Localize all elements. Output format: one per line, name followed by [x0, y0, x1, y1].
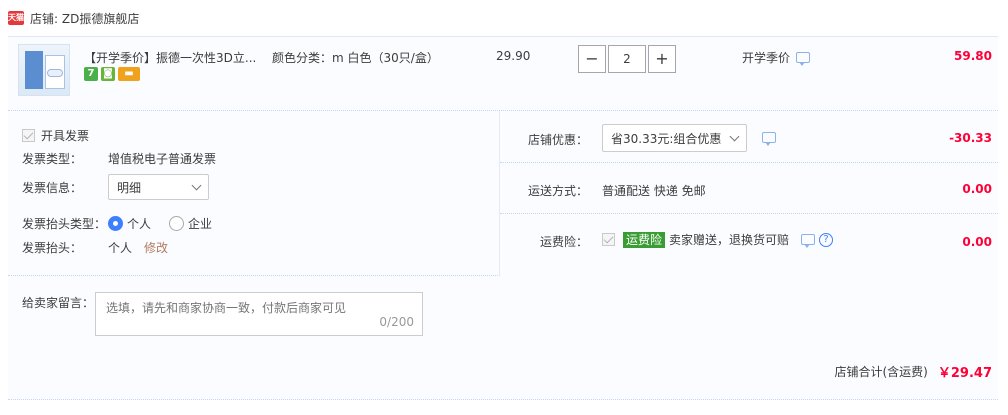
- chevron-down-icon: [729, 131, 740, 141]
- quantity-stepper: − +: [578, 45, 676, 73]
- price-protect-icon[interactable]: ◙: [101, 67, 115, 81]
- invoice-checkbox[interactable]: [22, 129, 35, 142]
- seven-day-return-icon[interactable]: 7: [84, 67, 98, 81]
- insurance-text: 卖家赠送，退换货可赔: [669, 233, 790, 247]
- invoice-checkbox-row[interactable]: 开具发票: [22, 127, 89, 144]
- credit-card-icon[interactable]: ▬: [118, 67, 140, 81]
- invoice-checkbox-label: 开具发票: [41, 129, 90, 143]
- shipping-method: 普通配送 快递 免邮: [602, 184, 706, 198]
- item-subtotal: 59.80: [954, 49, 992, 63]
- item-row: 【开学季价】振德一次性3D立... 7 ◙ ▬ 颜色分类：m 白色（30只/盒）…: [8, 37, 998, 111]
- sku-info: 颜色分类：m 白色（30只/盒）: [272, 51, 439, 65]
- shipping-label: 运送方式：: [528, 184, 589, 198]
- invoice-section: 开具发票 发票类型： 增值税电子普通发票 发票信息： 明细 发票抬头类型： 个人…: [8, 111, 500, 276]
- invoice-info-select[interactable]: 明细: [108, 174, 209, 200]
- shop-discount-label: 店铺优惠：: [528, 133, 589, 147]
- decrease-button[interactable]: −: [578, 45, 606, 73]
- invoice-title-value: 个人: [108, 241, 133, 255]
- chevron-down-icon: [191, 180, 202, 190]
- radio-company[interactable]: 企业: [169, 215, 212, 232]
- product-thumbnail[interactable]: [18, 44, 70, 96]
- comment-icon[interactable]: [762, 132, 776, 146]
- insurance-detail: 运费险 卖家赠送，退换货可赔 ?: [602, 231, 834, 248]
- shop-total-amount: ￥29.47: [937, 366, 992, 381]
- edit-invoice-link[interactable]: 修改: [144, 239, 168, 256]
- shop-discount-amount: -30.33: [949, 131, 992, 145]
- radio-personal-indicator[interactable]: [108, 216, 123, 231]
- message-char-count: 0/200: [379, 315, 414, 329]
- item-promotion: 开学季价: [742, 49, 811, 66]
- radio-company-label: 企业: [188, 217, 213, 231]
- invoice-type-label: 发票类型：: [22, 152, 83, 166]
- service-badges: 7 ◙ ▬: [84, 67, 140, 81]
- invoice-info-value: 明细: [117, 180, 142, 195]
- help-icon[interactable]: ?: [819, 232, 834, 247]
- tmall-logo: 天猫: [8, 11, 24, 25]
- promotion-label: 开学季价: [742, 51, 791, 65]
- radio-personal-label: 个人: [127, 217, 152, 231]
- shop-total: 店铺合计(含运费) ￥29.47: [835, 362, 993, 381]
- insurance-checkbox[interactable]: [602, 233, 615, 246]
- shipping-amount: 0.00: [962, 182, 992, 196]
- comment-icon[interactable]: [801, 234, 816, 248]
- message-input[interactable]: [96, 293, 422, 335]
- invoice-title-row: 发票抬头： 个人 修改: [22, 239, 168, 256]
- message-label: 给卖家留言：: [22, 296, 95, 310]
- shop-total-label: 店铺合计(含运费): [834, 365, 928, 379]
- radio-personal[interactable]: 个人: [108, 215, 151, 232]
- shop-header: 天猫 店铺: ZD振德旗舰店: [0, 0, 1008, 36]
- shop-discount-select[interactable]: 省30.33元:组合优惠: [602, 124, 747, 152]
- invoice-info-label: 发票信息：: [22, 180, 83, 195]
- invoice-title-type-label: 发票抬头类型：: [22, 217, 107, 231]
- invoice-info-row: 发票信息： 明细: [22, 174, 209, 200]
- shop-discount-value: 省30.33元:组合优惠: [611, 131, 722, 146]
- quantity-input[interactable]: [608, 45, 646, 73]
- shipping-row: 运送方式： 普通配送 快递 免邮 0.00: [500, 163, 998, 214]
- insurance-row: 运费险： 运费险 卖家赠送，退换货可赔 ? 0.00: [500, 214, 998, 286]
- shop-discount-row: 店铺优惠： 省30.33元:组合优惠 -30.33: [500, 111, 998, 163]
- invoice-type-row: 发票类型： 增值税电子普通发票: [22, 150, 216, 167]
- invoice-type-value: 增值税电子普通发票: [108, 152, 217, 166]
- order-options: 店铺优惠： 省30.33元:组合优惠 -30.33 运送方式： 普通配送 快递 …: [500, 111, 998, 286]
- increase-button[interactable]: +: [648, 45, 676, 73]
- insurance-tag: 运费险: [623, 231, 666, 248]
- insurance-amount: 0.00: [962, 235, 992, 249]
- invoice-title-label: 发票抬头：: [22, 241, 83, 255]
- insurance-label: 运费险：: [540, 235, 589, 249]
- invoice-title-type-row: 发票抬头类型： 个人 企业: [22, 215, 230, 232]
- order-panel: 【开学季价】振德一次性3D立... 7 ◙ ▬ 颜色分类：m 白色（30只/盒）…: [8, 36, 998, 400]
- shop-name[interactable]: 店铺: ZD振德旗舰店: [30, 10, 139, 27]
- radio-company-indicator[interactable]: [169, 216, 185, 231]
- unit-price: 29.90: [496, 49, 531, 63]
- comment-icon[interactable]: [796, 52, 811, 66]
- message-box: 0/200: [95, 292, 423, 336]
- product-title[interactable]: 【开学季价】振德一次性3D立...: [84, 49, 269, 66]
